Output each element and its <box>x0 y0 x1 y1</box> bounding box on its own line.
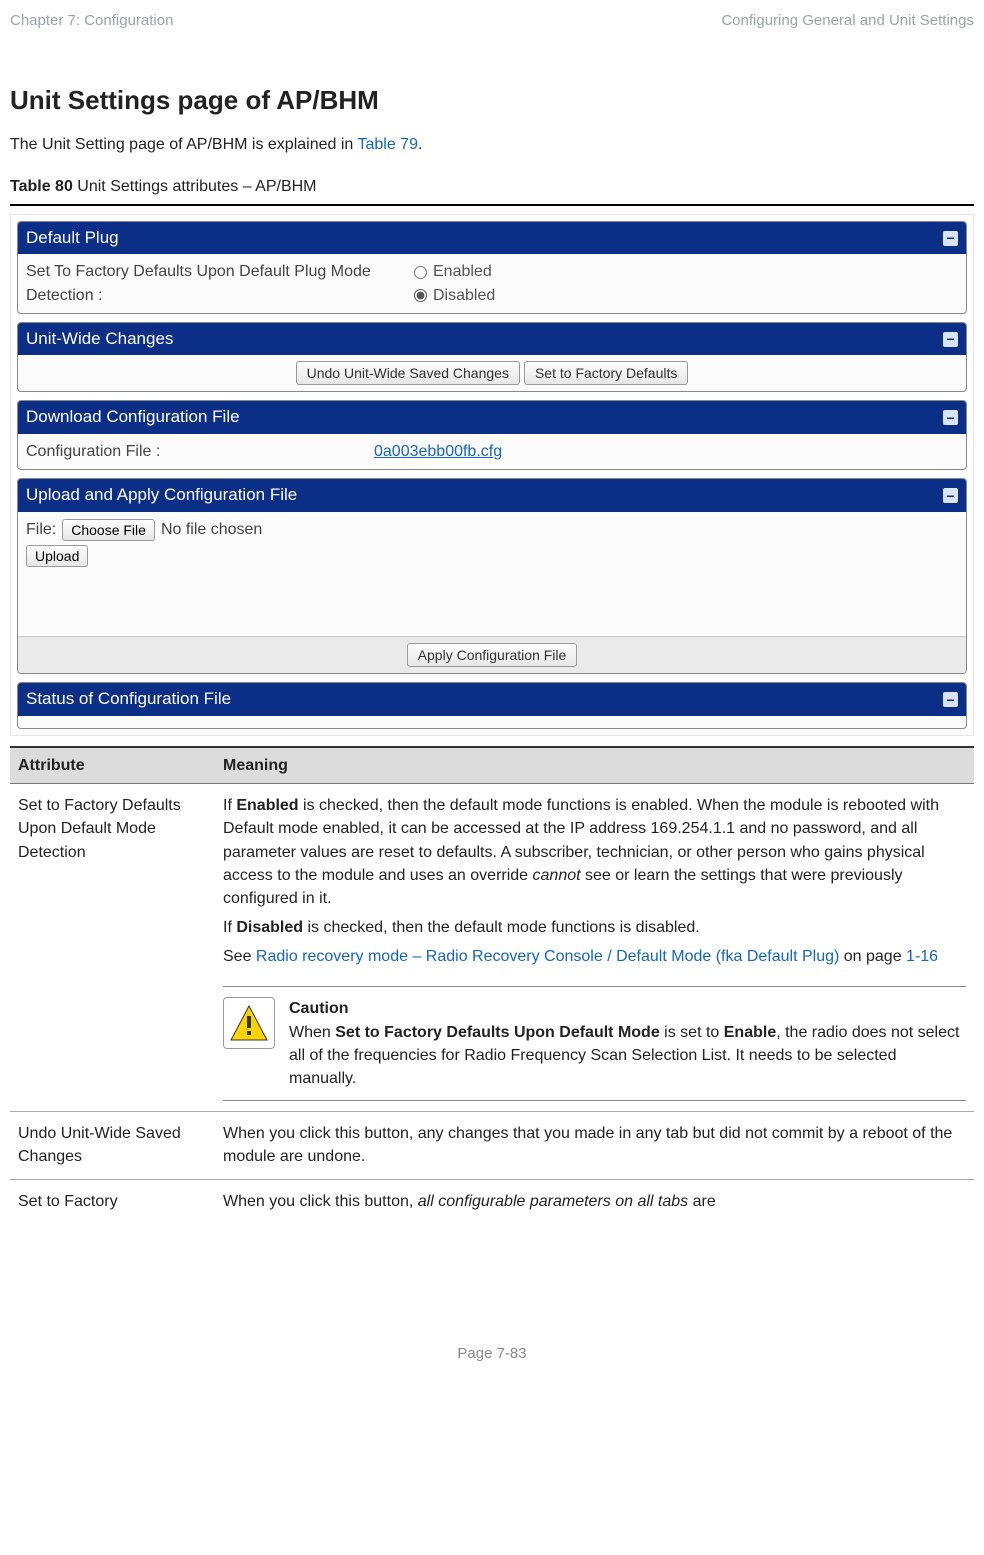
collapse-icon[interactable]: − <box>943 332 958 347</box>
header-section: Configuring General and Unit Settings <box>721 10 974 32</box>
panel-title: Unit-Wide Changes <box>26 327 173 352</box>
panel-head-unit-wide: Unit-Wide Changes − <box>18 323 966 356</box>
text: When you click this button, <box>223 1193 418 1210</box>
text: If <box>223 797 236 814</box>
attr-name-cell: Set to Factory <box>10 1179 215 1223</box>
header-chapter: Chapter 7: Configuration <box>10 10 173 32</box>
attr-meaning-cell: When you click this button, all configur… <box>215 1179 974 1223</box>
panel-upload-config: Upload and Apply Configuration File − Fi… <box>17 478 967 674</box>
panel-head-status: Status of Configuration File − <box>18 683 966 716</box>
panel-download-config: Download Configuration File − Configurat… <box>17 400 967 470</box>
text: are <box>688 1193 716 1210</box>
italic-text: all configurable parameters on all tabs <box>418 1193 688 1210</box>
config-file-link[interactable]: 0a003ebb00fb.cfg <box>374 440 502 463</box>
upload-button[interactable]: Upload <box>26 545 88 567</box>
attr-name-cell: Set to Factory Defaults Upon Default Mod… <box>10 784 215 1112</box>
radio-enabled-label: Enabled <box>433 260 492 283</box>
collapse-icon[interactable]: − <box>943 488 958 503</box>
text: See <box>223 948 256 965</box>
attributes-table: Attribute Meaning Set to Factory Default… <box>10 746 974 1223</box>
bold-enable: Enable <box>724 1024 776 1041</box>
intro-paragraph: The Unit Setting page of AP/BHM is expla… <box>10 133 974 156</box>
page-1-16-link[interactable]: 1-16 <box>906 948 938 965</box>
bold-enabled: Enabled <box>236 797 298 814</box>
intro-text-before: The Unit Setting page of AP/BHM is expla… <box>10 136 357 153</box>
panel-head-upload: Upload and Apply Configuration File − <box>18 479 966 512</box>
caution-title: Caution <box>289 997 966 1020</box>
page-header: Chapter 7: Configuration Configuring Gen… <box>10 10 974 32</box>
default-plug-row-label: Set To Factory Defaults Upon Default Plu… <box>26 260 406 306</box>
attr-meaning-cell: When you click this button, any changes … <box>215 1112 974 1179</box>
table-caption-number: Table 80 <box>10 178 73 195</box>
panel-title: Default Plug <box>26 226 119 251</box>
bold-disabled: Disabled <box>236 919 303 936</box>
caution-box: Caution When Set to Factory Defaults Upo… <box>223 986 966 1101</box>
text: When <box>289 1024 335 1041</box>
intro-text-after: . <box>418 136 422 153</box>
radio-recovery-link[interactable]: Radio recovery mode – Radio Recovery Con… <box>256 948 839 965</box>
radio-disabled-input[interactable] <box>414 289 427 302</box>
th-meaning: Meaning <box>215 747 974 784</box>
attr-meaning-cell: If Enabled is checked, then the default … <box>215 784 974 1112</box>
caption-divider <box>10 204 974 206</box>
attr-name-cell: Undo Unit-Wide Saved Changes <box>10 1112 215 1179</box>
collapse-icon[interactable]: − <box>943 692 958 707</box>
panel-title: Download Configuration File <box>26 405 240 430</box>
caution-icon <box>223 997 275 1049</box>
page-title: Unit Settings page of AP/BHM <box>10 82 974 120</box>
radio-disabled-label: Disabled <box>433 284 495 307</box>
panel-head-download: Download Configuration File − <box>18 401 966 434</box>
choose-file-button[interactable]: Choose File <box>62 519 155 541</box>
text: If <box>223 919 236 936</box>
unit-settings-screenshot: Default Plug − Set To Factory Defaults U… <box>10 214 974 736</box>
apply-config-file-button[interactable]: Apply Configuration File <box>407 643 578 667</box>
no-file-chosen-text: No file chosen <box>161 518 262 541</box>
panel-unit-wide: Unit-Wide Changes − Undo Unit-Wide Saved… <box>17 322 967 393</box>
collapse-icon[interactable]: − <box>943 231 958 246</box>
panel-title: Status of Configuration File <box>26 687 231 712</box>
radio-enabled-input[interactable] <box>414 266 427 279</box>
radio-disabled[interactable]: Disabled <box>414 284 495 307</box>
table-row: Undo Unit-Wide Saved Changes When you cl… <box>10 1112 974 1179</box>
text: is set to <box>660 1024 724 1041</box>
text: on page <box>839 948 906 965</box>
panel-status-config: Status of Configuration File − <box>17 682 967 729</box>
italic-cannot: cannot <box>533 867 581 884</box>
set-factory-defaults-button[interactable]: Set to Factory Defaults <box>524 361 688 385</box>
panel-default-plug: Default Plug − Set To Factory Defaults U… <box>17 221 967 314</box>
table-caption: Table 80 Unit Settings attributes – AP/B… <box>10 175 974 198</box>
table-79-link[interactable]: Table 79 <box>357 136 418 153</box>
bold-text: Set to Factory Defaults Upon Default Mod… <box>335 1024 659 1041</box>
table-row: Set to Factory When you click this butto… <box>10 1179 974 1223</box>
text: is checked, then the default mode functi… <box>303 919 700 936</box>
table-row: Set to Factory Defaults Upon Default Mod… <box>10 784 974 1112</box>
undo-unit-wide-button[interactable]: Undo Unit-Wide Saved Changes <box>296 361 520 385</box>
collapse-icon[interactable]: − <box>943 410 958 425</box>
config-file-label: Configuration File : <box>26 440 366 463</box>
file-label: File: <box>26 518 56 541</box>
panel-title: Upload and Apply Configuration File <box>26 483 297 508</box>
page-footer: Page 7-83 <box>10 1343 974 1365</box>
radio-enabled[interactable]: Enabled <box>414 260 495 283</box>
table-caption-text: Unit Settings attributes – AP/BHM <box>73 178 317 195</box>
panel-head-default-plug: Default Plug − <box>18 222 966 255</box>
th-attribute: Attribute <box>10 747 215 784</box>
